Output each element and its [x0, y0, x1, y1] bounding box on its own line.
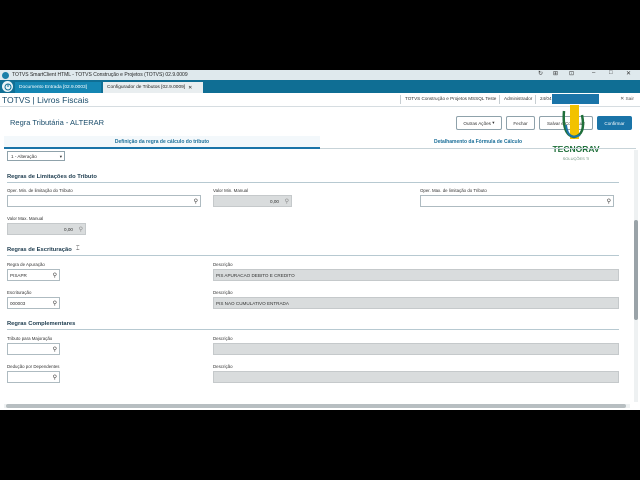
horizontal-scrollbar[interactable]: [4, 404, 630, 408]
other-actions-button[interactable]: Outras Ações ▾: [456, 116, 502, 130]
close-button[interactable]: Fechar: [506, 116, 535, 130]
page-title: Regra Tributária - ALTERAR: [10, 118, 105, 127]
window-titlebar: TOTVS SmartClient HTML - TOTVS Construçã…: [0, 70, 640, 80]
exit-link[interactable]: ✕ Sair: [620, 97, 634, 102]
calculator-icon: ⚲: [78, 227, 83, 233]
form-content: 1 - Alteração ▾ Regras de Limitações do …: [4, 150, 632, 403]
search-icon[interactable]: ⚲: [53, 374, 57, 381]
dependentes-desc-field: [213, 371, 619, 383]
dependentes-label: Dedução por Dependentes: [7, 364, 60, 369]
button-label: Fechar: [513, 120, 528, 126]
app-header: TOTVS | Livros Fiscais TOTVS Construção …: [0, 93, 640, 107]
min-oper-input[interactable]: ⚲: [7, 195, 201, 207]
refresh-icon[interactable]: ↻: [538, 70, 543, 77]
exit-label: Sair: [625, 97, 634, 102]
min-value-field[interactable]: 0,00 ⚲: [213, 195, 292, 207]
app-icon: [2, 71, 9, 79]
extensions-icon[interactable]: ⊞: [553, 70, 558, 77]
date-label[interactable]: 24/04: [540, 96, 552, 101]
user-label[interactable]: Administrador: [504, 96, 532, 101]
tab-configurador-tributos[interactable]: Configurador de Tributos [02.9.0009] ✕: [103, 82, 203, 93]
tab-label: Documento Entrada [02.9.0003]: [19, 85, 88, 90]
divider: [535, 95, 536, 104]
section-title-complementary: Regras Complementares: [7, 321, 76, 327]
section-title-bookkeeping: Regras de Escrituração: [7, 247, 72, 253]
apuracao-desc-label: Descrição: [213, 262, 233, 267]
tab-label: Configurador de Tributos [02.9.0009]: [107, 85, 186, 90]
section-divider: [7, 255, 619, 256]
mouse-cursor-icon: ⌶: [76, 246, 80, 252]
program-tabbar: Documento Entrada [02.9.0003] Configurad…: [0, 80, 640, 93]
max-oper-label: Oper. Max. de limitação do Tributo: [420, 188, 487, 193]
search-icon[interactable]: ⚲: [607, 198, 611, 205]
home-icon[interactable]: [2, 81, 13, 92]
majoracao-input[interactable]: ⚲: [7, 343, 60, 355]
max-oper-input[interactable]: ⚲: [420, 195, 614, 207]
app-title: TOTVS | Livros Fiscais: [2, 94, 89, 105]
environment-label[interactable]: TOTVS Construção e Projetos MSSQL Teste: [405, 96, 496, 101]
section-divider: [7, 182, 619, 183]
subtab-definicao[interactable]: Definição da regra de cálculo do tributo: [4, 136, 320, 149]
field-value: PIS APURACAO DEBITO E CREDITO: [216, 272, 295, 278]
section-divider: [7, 329, 619, 330]
subtab-label: Detalhamento da Fórmula de Cálculo: [433, 139, 523, 145]
confirm-button[interactable]: Confirmar: [597, 116, 632, 130]
overlay-bar: [552, 94, 599, 104]
section-title-limits: Regras de Limitações do Tributo: [7, 174, 97, 180]
window-title: TOTVS SmartClient HTML - TOTVS Construçã…: [12, 72, 188, 78]
close-tab-icon[interactable]: ✕: [188, 85, 192, 91]
vertical-scrollbar[interactable]: [634, 150, 638, 402]
maximize-icon[interactable]: □: [609, 70, 613, 76]
subtab-detalhamento[interactable]: Detalhamento da Fórmula de Cálculo: [320, 136, 636, 149]
field-value: 0,00: [64, 226, 73, 232]
escrituracao-input[interactable]: 000003 ⚲: [7, 297, 60, 309]
chevron-down-icon: ▾: [59, 154, 62, 159]
restore-window-icon[interactable]: ⊡: [569, 70, 574, 77]
dependentes-input[interactable]: ⚲: [7, 371, 60, 383]
escrituracao-desc-label: Descrição: [213, 290, 233, 295]
scrollbar-thumb[interactable]: [6, 404, 626, 408]
max-value-field[interactable]: 0,00 ⚲: [7, 223, 86, 235]
divider: [499, 95, 500, 104]
application-window: TOTVS SmartClient HTML - TOTVS Construçã…: [0, 70, 640, 410]
scrollbar-thumb[interactable]: [634, 220, 638, 320]
majoracao-desc-field: [213, 343, 619, 355]
tab-documento-entrada[interactable]: Documento Entrada [02.9.0003]: [15, 82, 101, 93]
operation-select[interactable]: 1 - Alteração ▾: [7, 151, 65, 161]
search-icon[interactable]: ⚲: [53, 346, 57, 353]
field-value: PIS NAO CUMULATIVO ENTRADA: [216, 300, 289, 306]
apuracao-desc-field: PIS APURACAO DEBITO E CREDITO: [213, 269, 619, 281]
minimize-icon[interactable]: –: [592, 70, 595, 76]
escrituracao-desc-field: PIS NAO CUMULATIVO ENTRADA: [213, 297, 619, 309]
form-subtabs: Definição da regra de cálculo do tributo…: [4, 136, 636, 149]
tabbar-right-area: [600, 80, 640, 93]
button-label: Outras Ações: [463, 120, 491, 126]
dependentes-desc-label: Descrição: [213, 364, 233, 369]
apuracao-label: Regra de Apuração: [7, 262, 45, 267]
apuracao-input[interactable]: PISAPR ⚲: [7, 269, 60, 281]
search-icon[interactable]: ⚲: [194, 198, 198, 205]
min-value-label: Valor Min. Manual: [213, 188, 249, 193]
search-icon[interactable]: ⚲: [53, 300, 57, 307]
calculator-icon: ⚲: [284, 199, 289, 205]
close-window-icon[interactable]: ✕: [626, 70, 631, 77]
select-value: 1 - Alteração: [11, 153, 37, 159]
majoracao-desc-label: Descrição: [213, 336, 233, 341]
field-value: PISAPR: [10, 272, 27, 278]
subtab-label: Definição da regra de cálculo do tributo: [114, 138, 210, 145]
min-oper-label: Oper. Min. de limitação do Tributo: [7, 188, 73, 193]
chevron-down-icon: ▾: [490, 120, 495, 125]
button-label: Confirmar: [604, 120, 625, 126]
max-value-label: Valor Max. Manual: [7, 216, 44, 221]
divider: [400, 95, 401, 104]
field-value: 000003: [10, 300, 26, 306]
field-value: 0,00: [270, 198, 279, 204]
escrituracao-label: Escrituração: [7, 290, 32, 295]
search-icon[interactable]: ⚲: [53, 272, 57, 279]
majoracao-label: Tributo para Majoração: [7, 336, 53, 341]
